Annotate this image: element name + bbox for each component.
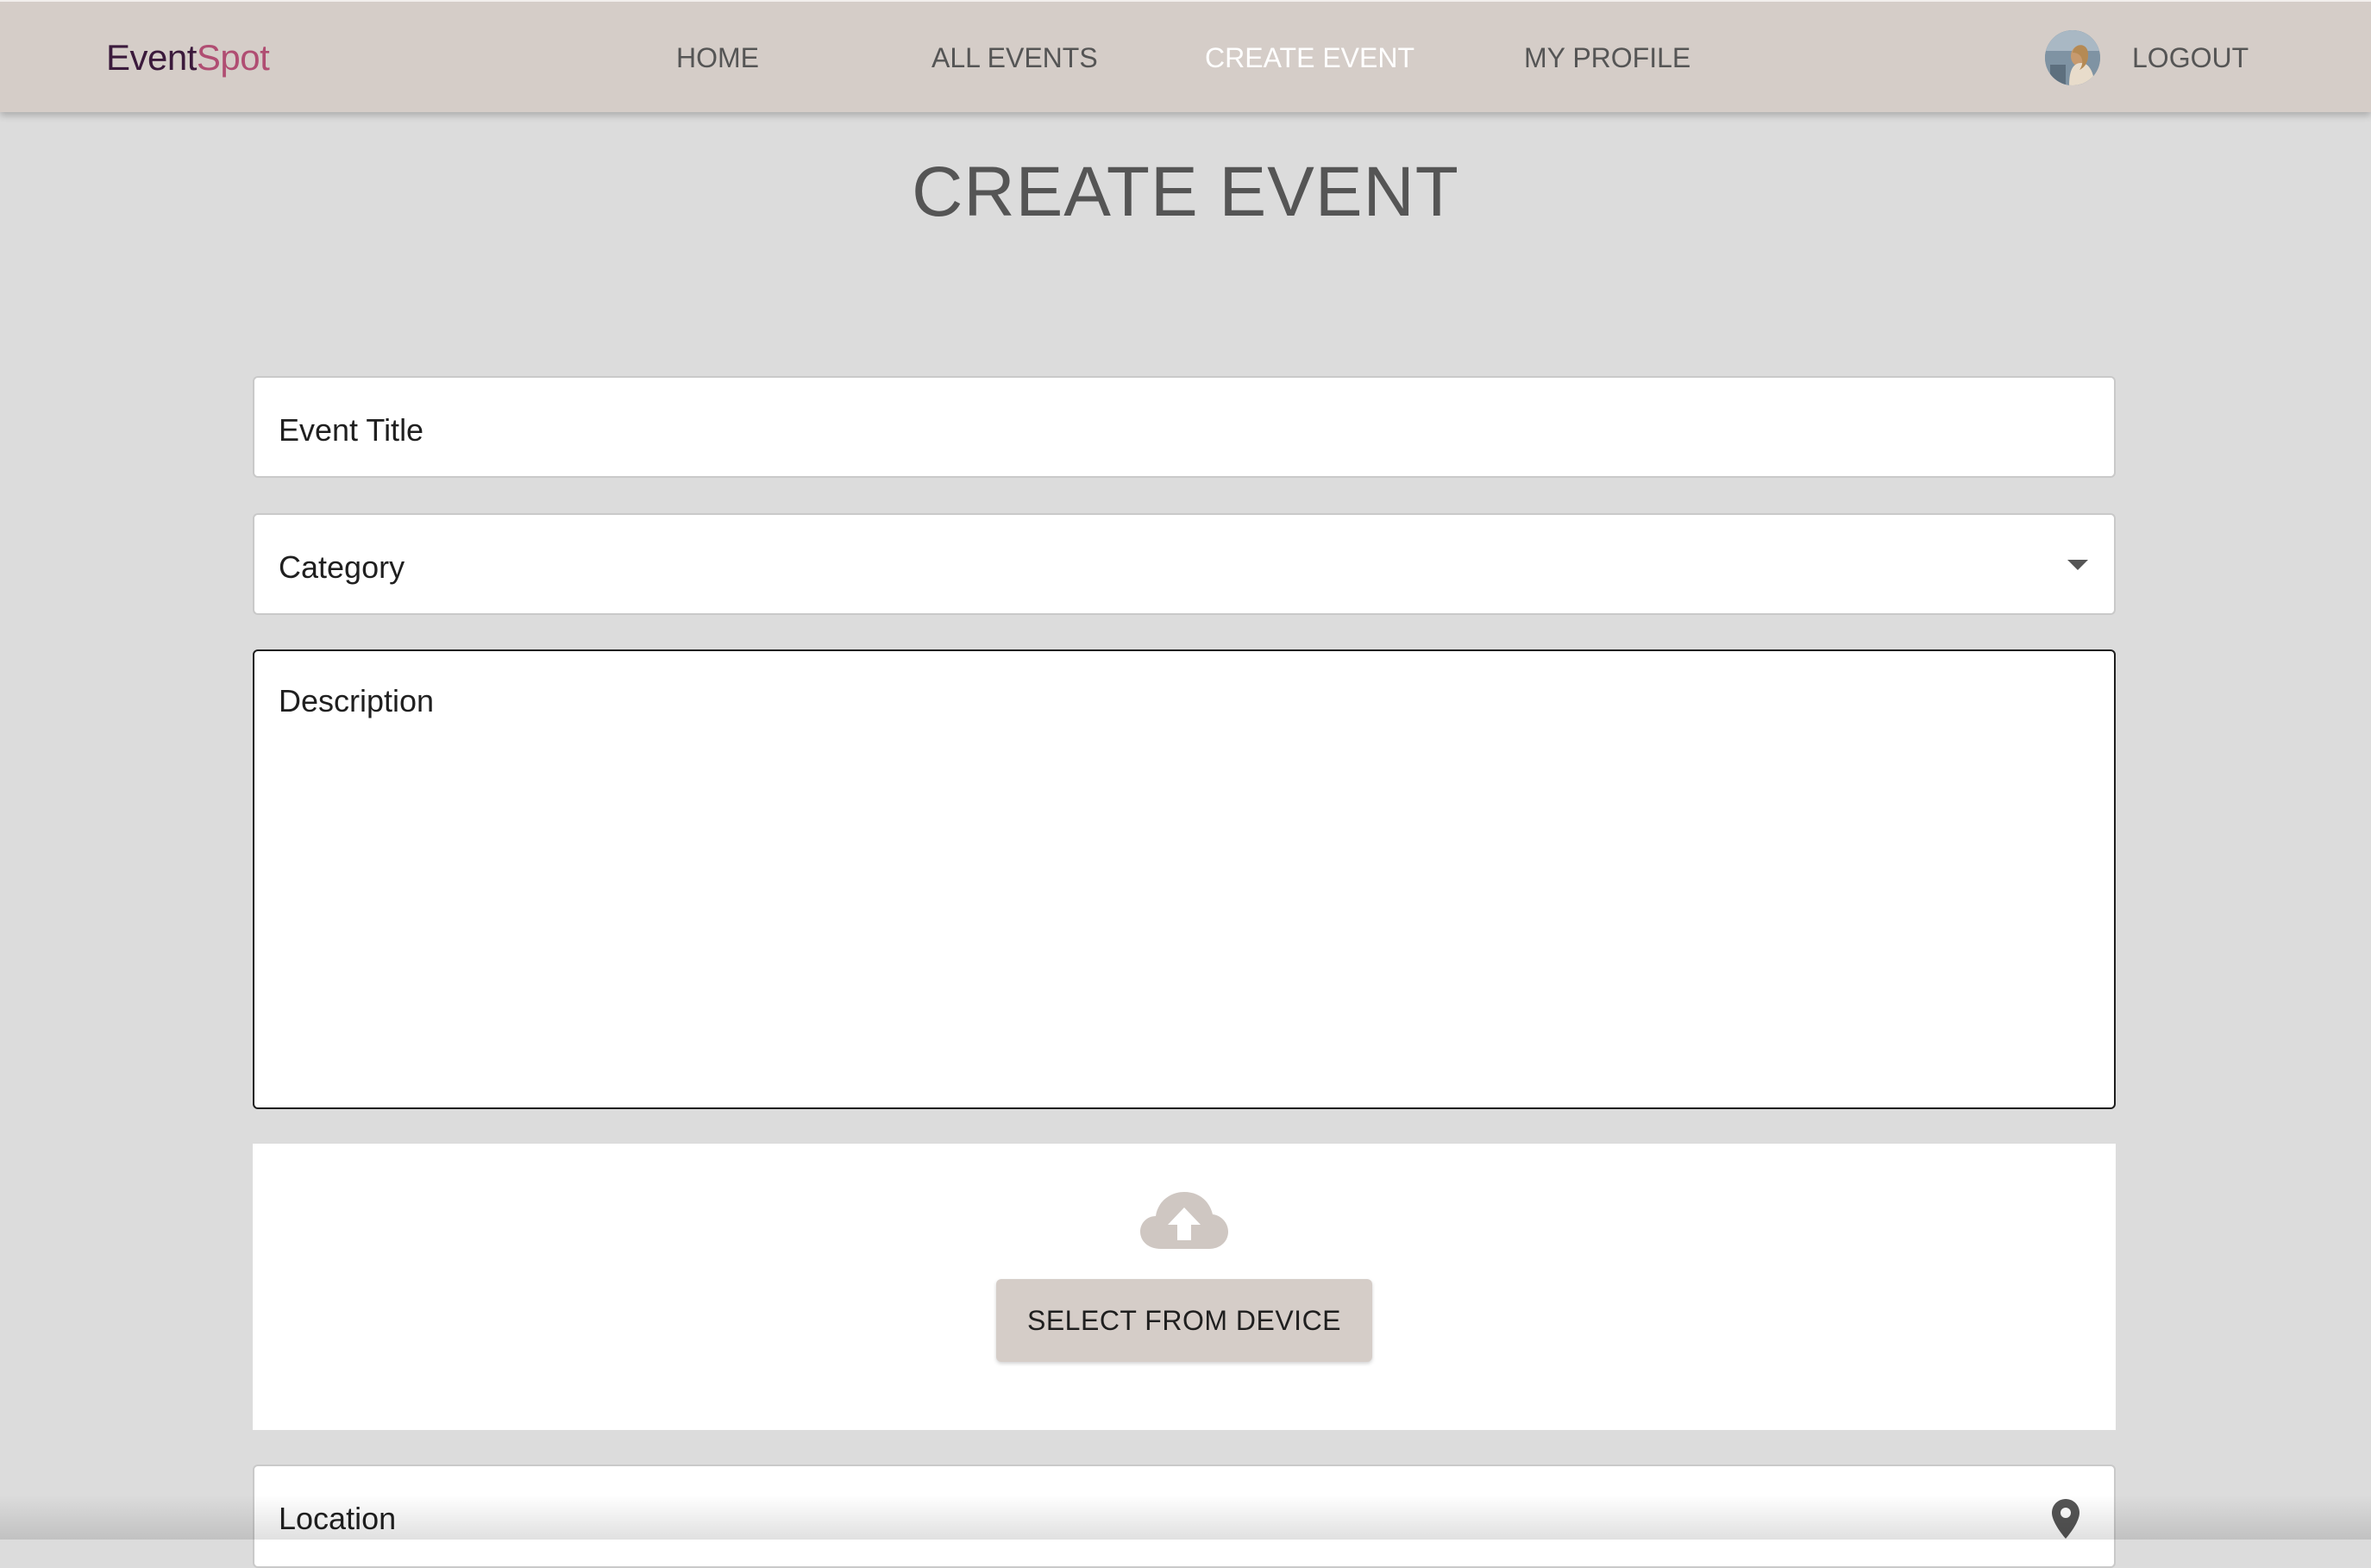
event-title-label: Event Title (279, 412, 424, 448)
category-label: Category (279, 549, 405, 585)
nav-link-all-events[interactable]: ALL EVENTS (931, 2, 1098, 114)
nav-link-my-profile[interactable]: MY PROFILE (1524, 2, 1690, 114)
caret-down-icon (2067, 560, 2088, 570)
location-input[interactable]: Location (253, 1465, 2116, 1568)
user-avatar[interactable] (2045, 30, 2100, 85)
select-from-device-button[interactable]: SELECT FROM DEVICE (996, 1279, 1372, 1362)
event-title-input[interactable]: Event Title (253, 376, 2116, 478)
brand-logo-part2: Spot (196, 37, 270, 78)
map-pin-icon (2052, 1499, 2079, 1539)
top-navbar: EventSpot HOME ALL EVENTS CREATE EVENT M… (0, 0, 2371, 112)
page-title: CREATE EVENT (912, 153, 1459, 231)
image-upload-area: SELECT FROM DEVICE (253, 1144, 2116, 1430)
location-label: Location (279, 1501, 397, 1536)
category-select[interactable]: Category (253, 513, 2116, 615)
nav-link-home[interactable]: HOME (676, 2, 759, 114)
description-label: Description (279, 683, 435, 718)
avatar-image-icon (2045, 30, 2100, 85)
brand-logo[interactable]: EventSpot (106, 2, 270, 114)
logout-button[interactable]: LOGOUT (2132, 2, 2249, 114)
cloud-upload-icon (1140, 1192, 1228, 1249)
description-textarea[interactable]: Description (253, 649, 2116, 1109)
nav-link-create-event[interactable]: CREATE EVENT (1205, 2, 1414, 114)
brand-logo-part1: Event (106, 37, 197, 78)
